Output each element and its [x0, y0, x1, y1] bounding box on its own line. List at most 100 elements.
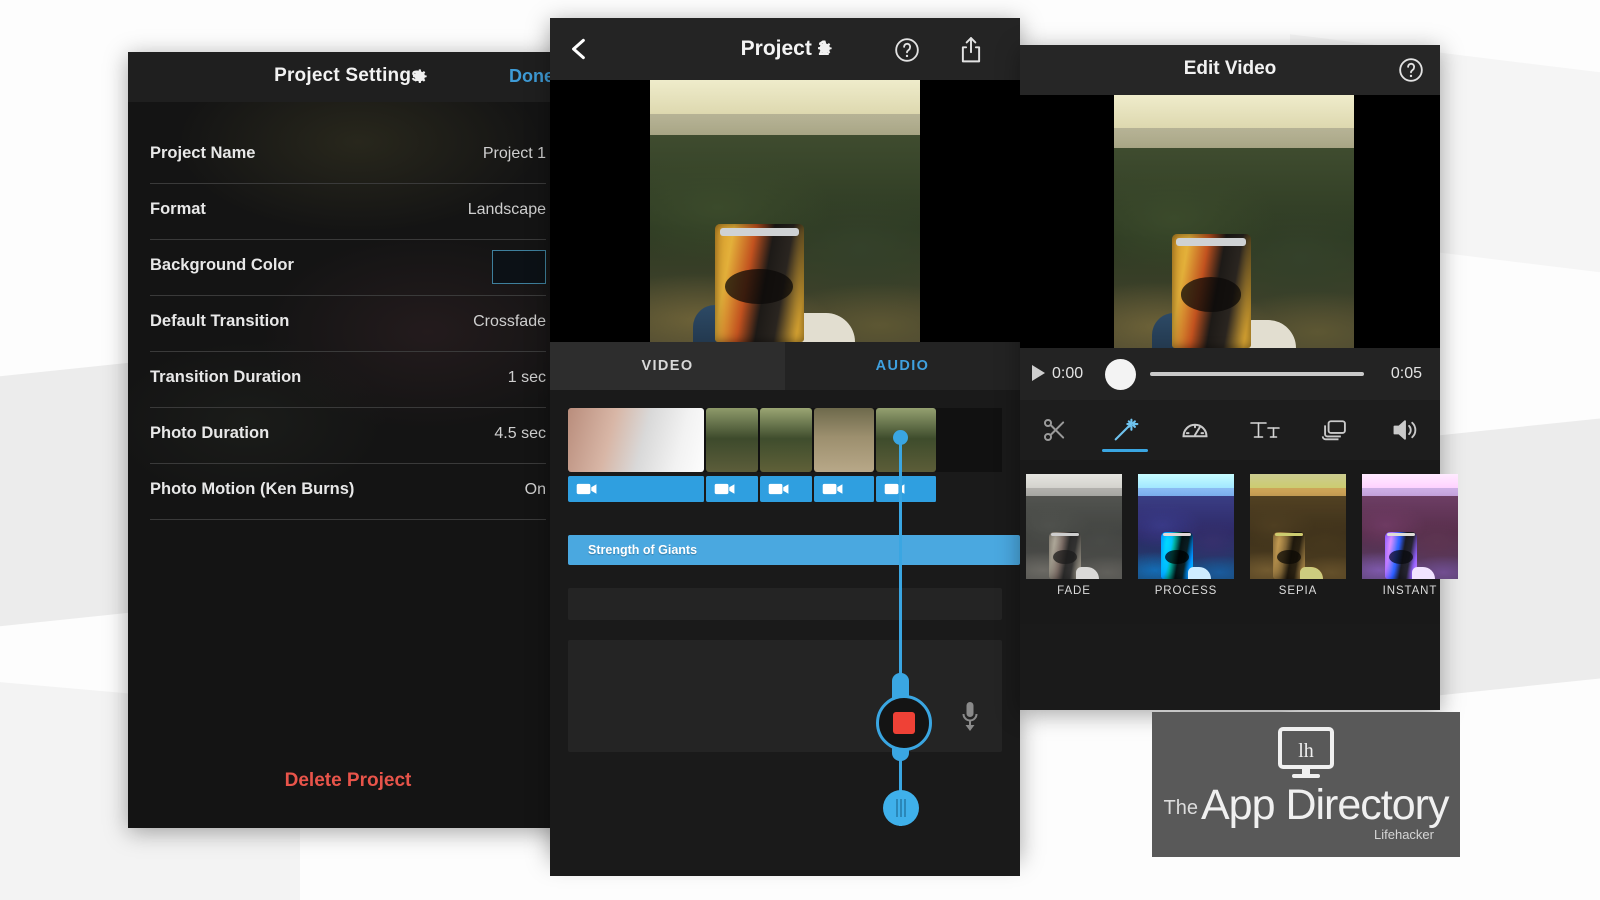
photo-beer-can — [714, 224, 804, 342]
done-button[interactable]: Done — [509, 66, 554, 87]
filter-item-fade[interactable]: FADE — [1026, 474, 1122, 597]
clip-bar-row[interactable] — [568, 476, 1002, 502]
empty-track[interactable] — [568, 640, 1002, 752]
delete-project-button[interactable]: Delete Project — [128, 770, 568, 792]
magic-wand-icon — [1114, 418, 1139, 441]
filter-thumbnail — [1250, 474, 1346, 579]
play-icon[interactable] — [1032, 365, 1045, 381]
settings-row-default-transition[interactable]: Default Transition Crossfade — [150, 296, 546, 352]
clip-bar[interactable] — [876, 476, 937, 502]
filter-label: FADE — [1057, 585, 1091, 597]
trim-tool-button[interactable] — [1020, 400, 1090, 460]
watermark: lh The App Directory Lifehacker — [1152, 712, 1460, 857]
playhead-handle[interactable] — [893, 430, 908, 445]
settings-row-photo-duration[interactable]: Photo Duration 4.5 sec — [150, 408, 546, 464]
playback-scrubber[interactable]: 0:00 0:05 — [1020, 348, 1440, 400]
clip-bar[interactable] — [568, 476, 705, 502]
record-button[interactable] — [876, 695, 932, 751]
speed-tool-button[interactable] — [1160, 400, 1230, 460]
scissors-icon — [1043, 418, 1065, 442]
volume-tool-button[interactable] — [1370, 400, 1440, 460]
layers-tool-button[interactable] — [1300, 400, 1370, 460]
video-camera-icon — [884, 483, 905, 495]
filter-preview-image — [1250, 474, 1346, 579]
video-preview[interactable] — [550, 80, 1020, 342]
text-tt-icon — [1250, 422, 1280, 438]
clip-thumbnail[interactable] — [706, 408, 758, 472]
filter-item-instant[interactable]: INSTANT — [1362, 474, 1458, 597]
logo-text: lh — [1298, 740, 1314, 762]
settings-row-value: Project 1 — [482, 145, 546, 162]
preview-frame-image — [1114, 95, 1354, 348]
photo-beer-can — [1171, 234, 1251, 348]
project-tab-bar: VIDEO AUDIO — [550, 342, 1020, 390]
gear-icon[interactable] — [815, 39, 834, 58]
video-preview[interactable] — [1020, 95, 1440, 348]
page-title: Project Settings — [274, 65, 422, 86]
project-settings-list: Project Name Project 1 Format Landscape … — [128, 102, 568, 828]
filter-preview-image — [1138, 474, 1234, 579]
current-time-label: 0:00 — [1052, 365, 1084, 382]
divider — [150, 519, 546, 520]
settings-row-value: 1 sec — [507, 369, 546, 386]
tab-video[interactable]: VIDEO — [550, 342, 785, 390]
filter-preview-image — [1362, 474, 1458, 579]
clip-thumbnail[interactable] — [568, 408, 704, 472]
audio-track[interactable]: Strength of Giants — [568, 535, 1020, 565]
settings-row-project-name[interactable]: Project Name Project 1 — [150, 128, 546, 184]
filter-label: PROCESS — [1154, 585, 1218, 597]
edit-video-panel: Edit Video 0:00 0:05 FADE PROCESS SEPIA … — [1020, 45, 1458, 710]
settings-row-label: Background Color — [150, 256, 294, 274]
scrubber-track[interactable] — [1150, 372, 1364, 376]
watermark-title-row: The App Directory — [1164, 784, 1450, 827]
filter-thumbnail — [1138, 474, 1234, 579]
edit-toolbar — [1020, 400, 1440, 460]
project-header: Project 1 — [550, 18, 1020, 80]
settings-row-value: On — [524, 481, 546, 498]
audio-track-label: Strength of Giants — [588, 543, 698, 557]
clip-thumbnail[interactable] — [760, 408, 812, 472]
clip-thumbnail-strip[interactable] — [568, 408, 1002, 472]
share-icon[interactable] — [958, 35, 984, 65]
filter-strip[interactable]: FADE PROCESS SEPIA INSTANT — [1020, 460, 1458, 624]
help-circle-icon[interactable] — [894, 37, 920, 63]
video-camera-icon — [714, 483, 735, 495]
page-title: Project 1 — [740, 37, 830, 60]
settings-row-format[interactable]: Format Landscape — [150, 184, 546, 240]
settings-row-label: Default Transition — [150, 312, 290, 330]
clip-bar[interactable] — [706, 476, 759, 502]
grip-icon — [896, 799, 906, 817]
project-settings-header: Project Settings Done — [128, 52, 568, 102]
settings-row-transition-duration[interactable]: Transition Duration 1 sec — [150, 352, 546, 408]
filter-item-sepia[interactable]: SEPIA — [1250, 474, 1346, 597]
active-tool-underline — [1102, 449, 1148, 452]
background-color-swatch[interactable] — [492, 250, 546, 284]
filter-preview-image — [1026, 474, 1122, 579]
tab-audio[interactable]: AUDIO — [785, 342, 1020, 390]
project-settings-panel: Project Settings Done Project Name Proje… — [128, 52, 568, 828]
playhead-line — [899, 436, 902, 826]
filter-item-process[interactable]: PROCESS — [1138, 474, 1234, 597]
microphone-icon[interactable] — [962, 702, 978, 732]
speedometer-icon — [1182, 423, 1208, 438]
settings-row-photo-motion[interactable]: Photo Motion (Ken Burns) On — [150, 464, 546, 520]
timeline-scrub-handle[interactable] — [883, 790, 919, 826]
help-circle-icon[interactable] — [1398, 57, 1424, 83]
gear-icon — [413, 69, 427, 83]
scrubber-handle[interactable] — [1105, 359, 1136, 390]
settings-row-value: Crossfade — [473, 313, 546, 330]
text-tool-button[interactable] — [1230, 400, 1300, 460]
empty-track[interactable] — [568, 588, 1002, 620]
project-panel: Project 1 VIDEO AUDIO Strength of Giants — [550, 18, 1020, 876]
timeline[interactable]: Strength of Giants — [550, 390, 1020, 876]
settings-row-value: 4.5 sec — [494, 425, 546, 442]
filters-tool-button[interactable] — [1090, 400, 1160, 460]
filter-label: SEPIA — [1278, 585, 1318, 597]
clip-thumbnail[interactable] — [814, 408, 874, 472]
filter-thumbnail — [1026, 474, 1122, 579]
settings-row-background-color[interactable]: Background Color — [150, 240, 546, 296]
settings-row-label: Transition Duration — [150, 368, 302, 386]
preview-frame-image — [650, 80, 920, 342]
clip-bar[interactable] — [760, 476, 813, 502]
clip-bar[interactable] — [814, 476, 875, 502]
